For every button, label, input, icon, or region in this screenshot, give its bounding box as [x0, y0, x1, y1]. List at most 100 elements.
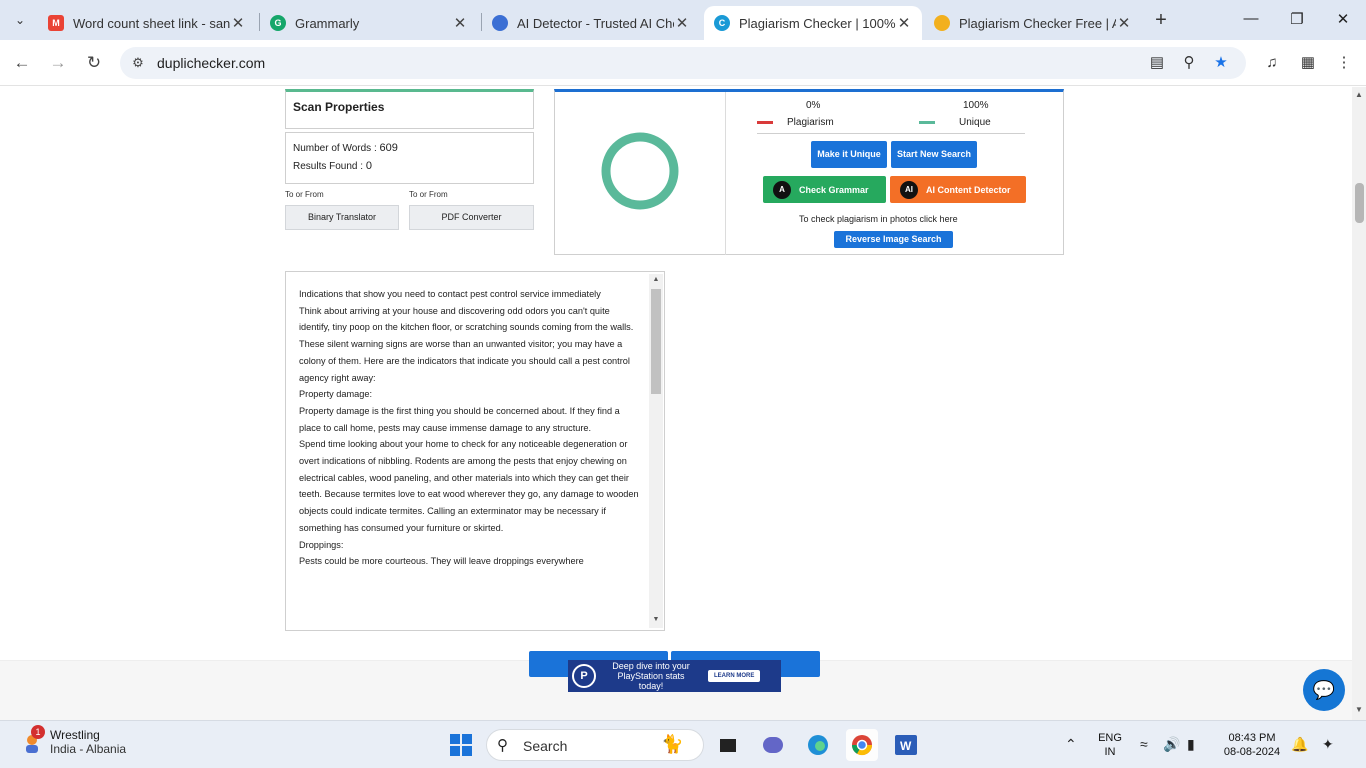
text-area-scrollbar[interactable]: ▲ ▼: [649, 274, 663, 628]
tab-plagiarism-checker-free[interactable]: Plagiarism Checker Free | Ac ✕: [924, 6, 1142, 40]
divider: [725, 92, 726, 255]
reload-icon[interactable]: ↻: [82, 51, 106, 75]
results-found-label: Results Found :: [293, 161, 366, 172]
url-text[interactable]: duplichecker.com: [157, 55, 265, 71]
window-close-icon[interactable]: ✕: [1331, 10, 1355, 30]
volume-icon[interactable]: 🔊: [1163, 736, 1180, 753]
region: IN: [1104, 746, 1116, 758]
battery-icon[interactable]: ▮: [1187, 736, 1195, 753]
scrollbar-thumb[interactable]: [651, 289, 661, 394]
check-grammar-button[interactable]: A Check Grammar: [763, 176, 886, 203]
ad-line-2: PlayStation stats today!: [617, 671, 685, 691]
cat-icon: 🐈: [661, 734, 684, 754]
pdf-converter-button[interactable]: PDF Converter: [409, 205, 534, 230]
scroll-down-icon[interactable]: ▼: [650, 616, 662, 623]
paragraph: Property damage is the first thing you s…: [299, 405, 620, 433]
menu-icon[interactable]: ⋮: [1333, 52, 1355, 74]
page-content: Scan Properties Number of Words : 609 Re…: [0, 87, 1352, 720]
result-card: 0% 100% Plagiarism Unique Make it Unique…: [554, 89, 1064, 255]
ad-text: Deep dive into your PlayStation stats tod…: [606, 661, 696, 691]
install-app-icon[interactable]: ▤: [1147, 53, 1167, 73]
reverse-image-search-button[interactable]: Reverse Image Search: [834, 231, 953, 248]
show-hidden-icons-icon[interactable]: ⌃: [1065, 736, 1077, 753]
forward-icon[interactable]: →: [46, 51, 70, 75]
word-icon[interactable]: W: [890, 729, 922, 761]
binary-translator-button[interactable]: Binary Translator: [285, 205, 399, 230]
close-icon[interactable]: ✕: [230, 14, 246, 32]
tab-plagiarism-checker-active[interactable]: C Plagiarism Checker | 100% F ✕: [704, 6, 922, 40]
close-icon[interactable]: ✕: [896, 14, 912, 32]
learn-more-button[interactable]: LEARN MORE: [708, 670, 761, 682]
gmail-icon: M: [48, 15, 64, 31]
paragraph: Think about arriving at your house and d…: [299, 305, 634, 383]
close-icon[interactable]: ✕: [674, 14, 690, 32]
site-settings-icon[interactable]: ⚙: [128, 53, 148, 73]
word-count-label: Number of Words :: [293, 143, 380, 154]
scroll-up-icon[interactable]: ▲: [650, 276, 662, 283]
results-found: Results Found : 0: [293, 160, 372, 172]
close-icon[interactable]: ✕: [1116, 14, 1132, 32]
language-indicator[interactable]: ENG IN: [1095, 731, 1125, 759]
widget-title: Wrestling: [50, 728, 100, 742]
paragraph: Property damage:: [299, 389, 373, 400]
tab-title: Grammarly: [295, 15, 360, 31]
ai-content-detector-label: AI Content Detector: [926, 184, 1011, 195]
edge-icon[interactable]: [802, 729, 834, 761]
grammarly-icon: G: [270, 15, 286, 31]
bookmark-star-icon[interactable]: ★: [1211, 53, 1231, 73]
task-view-icon[interactable]: [712, 729, 744, 761]
close-icon[interactable]: ✕: [452, 14, 468, 32]
media-control-icon[interactable]: ♫: [1261, 52, 1283, 74]
search-key-icon: [934, 15, 950, 31]
tab-search-dropdown-icon[interactable]: ⌄: [8, 8, 32, 32]
copilot-icon[interactable]: ✦: [1322, 736, 1334, 753]
grammar-icon: A: [773, 180, 791, 199]
duplichecker-icon: C: [714, 15, 730, 31]
taskbar-search[interactable]: ⚲ Search 🐈: [486, 729, 704, 761]
tab-title: AI Detector - Trusted AI Che: [517, 15, 674, 31]
restore-icon[interactable]: ❐: [1285, 10, 1309, 30]
extensions-icon[interactable]: ▦: [1297, 52, 1319, 74]
text-input-area[interactable]: Indications that show you need to contac…: [285, 271, 665, 631]
tab-grammarly[interactable]: G Grammarly ✕: [260, 6, 478, 40]
results-found-value: 0: [365, 160, 372, 172]
paragraph: Spend time looking about your home to ch…: [299, 439, 639, 533]
wifi-icon[interactable]: ≈: [1140, 736, 1148, 752]
plagiarism-percent: 0%: [806, 100, 821, 111]
taskbar-search-label: Search: [523, 738, 568, 754]
zoom-icon[interactable]: ⚲: [1179, 53, 1199, 73]
ai-detector-icon: [492, 15, 508, 31]
scrollbar-thumb[interactable]: [1355, 183, 1364, 223]
windows-taskbar: 1 Wrestling India - Albania ⚲ Search 🐈 W…: [0, 720, 1366, 768]
teams-meet-icon[interactable]: [757, 729, 789, 761]
clock[interactable]: 08:43 PM 08-08-2024: [1222, 731, 1282, 759]
notification-bell-icon[interactable]: 🔔: [1291, 736, 1308, 753]
ai-content-detector-button[interactable]: AI AI Content Detector: [890, 176, 1026, 203]
scan-properties-title: Scan Properties: [293, 100, 385, 114]
scroll-up-icon[interactable]: ▲: [1354, 90, 1364, 99]
back-icon[interactable]: ←: [10, 51, 34, 75]
paragraph: Indications that show you need to contac…: [299, 289, 601, 299]
unique-label: Unique: [959, 117, 991, 128]
chat-icon[interactable]: 💬: [1303, 669, 1345, 711]
start-icon[interactable]: [445, 729, 477, 761]
unique-percent: 100%: [963, 100, 989, 111]
address-bar[interactable]: ⚙ duplichecker.com ▤ ⚲ ★: [120, 47, 1246, 79]
word-count: Number of Words : 609: [293, 142, 398, 154]
tab-title: Word count sheet link - sans: [73, 15, 230, 31]
svg-text:W: W: [900, 739, 912, 753]
make-it-unique-button[interactable]: Make it Unique: [811, 141, 887, 168]
check-grammar-label: Check Grammar: [799, 184, 869, 195]
page-scrollbar[interactable]: ▲ ▼: [1352, 87, 1366, 720]
tab-gmail[interactable]: M Word count sheet link - sans ✕: [38, 6, 256, 40]
news-widget[interactable]: 1 Wrestling India - Albania: [22, 725, 126, 756]
minimize-icon[interactable]: —: [1239, 10, 1263, 30]
tab-ai-detector[interactable]: AI Detector - Trusted AI Che ✕: [482, 6, 700, 40]
paragraph: Droppings:: [299, 539, 344, 550]
playstation-ad-banner[interactable]: P Deep dive into your PlayStation stats t…: [568, 660, 781, 692]
start-new-search-button[interactable]: Start New Search: [891, 141, 977, 168]
new-tab-icon[interactable]: +: [1150, 9, 1172, 31]
text-content[interactable]: Indications that show you need to contac…: [299, 286, 639, 570]
scroll-down-icon[interactable]: ▼: [1354, 705, 1364, 714]
chrome-icon[interactable]: [846, 729, 878, 761]
